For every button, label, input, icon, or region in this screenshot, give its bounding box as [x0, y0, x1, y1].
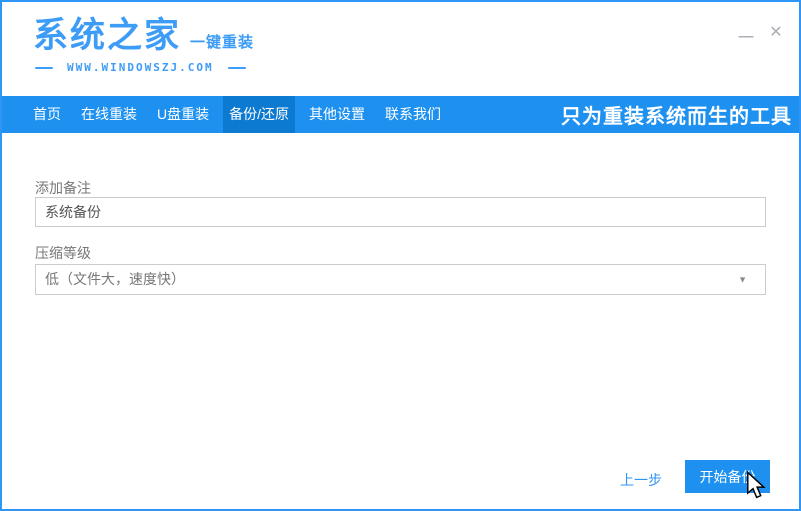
- close-icon: ✕: [769, 24, 783, 41]
- nav-item-usb-reinstall[interactable]: U盘重装: [157, 96, 209, 133]
- app-window: 系统之家 一键重装 WWW.WINDOWSZJ.COM — ✕ 首页 在线重装 …: [0, 0, 801, 511]
- compression-selected-value: 低（文件大，速度快）: [45, 271, 185, 287]
- app-logo: 系统之家: [33, 16, 182, 55]
- minimize-icon: —: [738, 27, 754, 45]
- main-navbar: 首页 在线重装 U盘重装 备份/还原 其他设置 联系我们 只为重装系统而生的工具: [2, 96, 799, 133]
- dash-decoration-right: [227, 66, 246, 69]
- nav-item-backup-restore[interactable]: 备份/还原: [223, 96, 296, 133]
- app-subtitle: 一键重装: [190, 34, 255, 51]
- dropdown-arrow-icon: ▼: [738, 274, 747, 284]
- nav-item-other-settings[interactable]: 其他设置: [309, 96, 365, 133]
- previous-step-link[interactable]: 上一步: [620, 470, 662, 490]
- navbar-slogan: 只为重装系统而生的工具: [561, 106, 792, 128]
- close-button[interactable]: ✕: [763, 19, 789, 45]
- note-input[interactable]: [35, 197, 766, 227]
- start-backup-button[interactable]: 开始备份: [685, 460, 770, 493]
- logo-area: 系统之家 一键重装: [33, 18, 254, 53]
- nav-items: 首页 在线重装 U盘重装 备份/还原 其他设置 联系我们: [33, 96, 441, 133]
- website-line: WWW.WINDOWSZJ.COM: [35, 61, 246, 74]
- dash-decoration-left: [35, 66, 53, 69]
- nav-item-online-reinstall[interactable]: 在线重装: [81, 96, 137, 133]
- nav-item-contact[interactable]: 联系我们: [385, 96, 441, 133]
- note-field-label: 添加备注: [35, 180, 91, 196]
- compression-dropdown[interactable]: 低（文件大，速度快） ▼: [35, 264, 766, 295]
- website-url: WWW.WINDOWSZJ.COM: [67, 61, 214, 74]
- titlebar: 系统之家 一键重装 WWW.WINDOWSZJ.COM — ✕: [2, 2, 799, 96]
- minimize-button[interactable]: —: [733, 19, 759, 45]
- compression-field-label: 压缩等级: [35, 245, 91, 261]
- nav-item-home[interactable]: 首页: [33, 96, 61, 133]
